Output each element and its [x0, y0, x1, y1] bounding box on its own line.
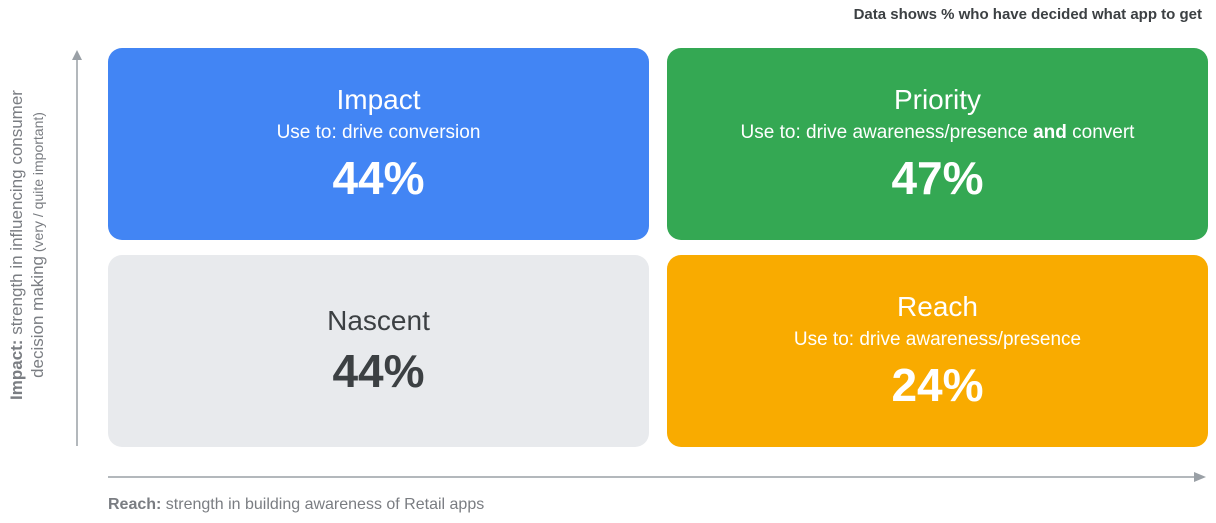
y-axis-label-bold: Impact:: [7, 339, 26, 400]
quadrant-priority-value: 47%: [891, 152, 984, 204]
quadrant-nascent-value: 44%: [332, 345, 425, 397]
quadrant-impact-use: Use to: drive conversion: [276, 122, 481, 143]
quadrant-reach: Reach Use to: drive awareness/presence 2…: [667, 255, 1208, 447]
y-axis-label-small: (very / quite important): [30, 112, 46, 257]
y-axis-label-line2: decision making (very / quite important): [27, 40, 49, 450]
quadrant-priority-use-after: convert: [1066, 122, 1135, 143]
quadrant-priority-use: Use to: drive awareness/presence and con…: [741, 121, 1135, 145]
y-axis-label: Impact: strength in influencing consumer…: [6, 40, 62, 450]
y-axis-label-rest: strength in influencing consumer: [7, 90, 26, 340]
quadrant-priority-title: Priority: [893, 84, 982, 115]
quadrant-reach-value: 24%: [891, 359, 984, 411]
x-axis-label-bold: Reach:: [108, 496, 162, 513]
quadrant-impact-value: 44%: [332, 152, 425, 204]
x-axis-label: Reach: strength in building awareness of…: [108, 496, 484, 514]
quadrant-impact-title: Impact: [336, 84, 421, 115]
x-axis-arrow: [1194, 472, 1206, 482]
quadrant-priority-use-bold: and: [1033, 122, 1067, 143]
y-axis-label-line2-text: decision making: [28, 256, 47, 378]
quadrant-nascent: Nascent 44%: [108, 255, 649, 447]
quadrant-nascent-title: Nascent: [327, 305, 430, 336]
x-axis-label-rest: strength in building awareness of Retail…: [161, 496, 485, 513]
quadrant-priority: Priority Use to: drive awareness/presenc…: [667, 48, 1208, 240]
quadrant-reach-use: Use to: drive awareness/presence: [793, 329, 1082, 350]
quadrant-reach-title: Reach: [897, 291, 978, 322]
y-axis-label-line1: Impact: strength in influencing consumer: [6, 40, 27, 450]
y-axis-arrow: [72, 50, 82, 60]
data-note: Data shows % who have decided what app t…: [853, 6, 1202, 23]
quadrant-priority-use-before: Use to: drive awareness/presence: [740, 122, 1034, 143]
quadrant-impact: Impact Use to: drive conversion 44%: [108, 48, 649, 240]
